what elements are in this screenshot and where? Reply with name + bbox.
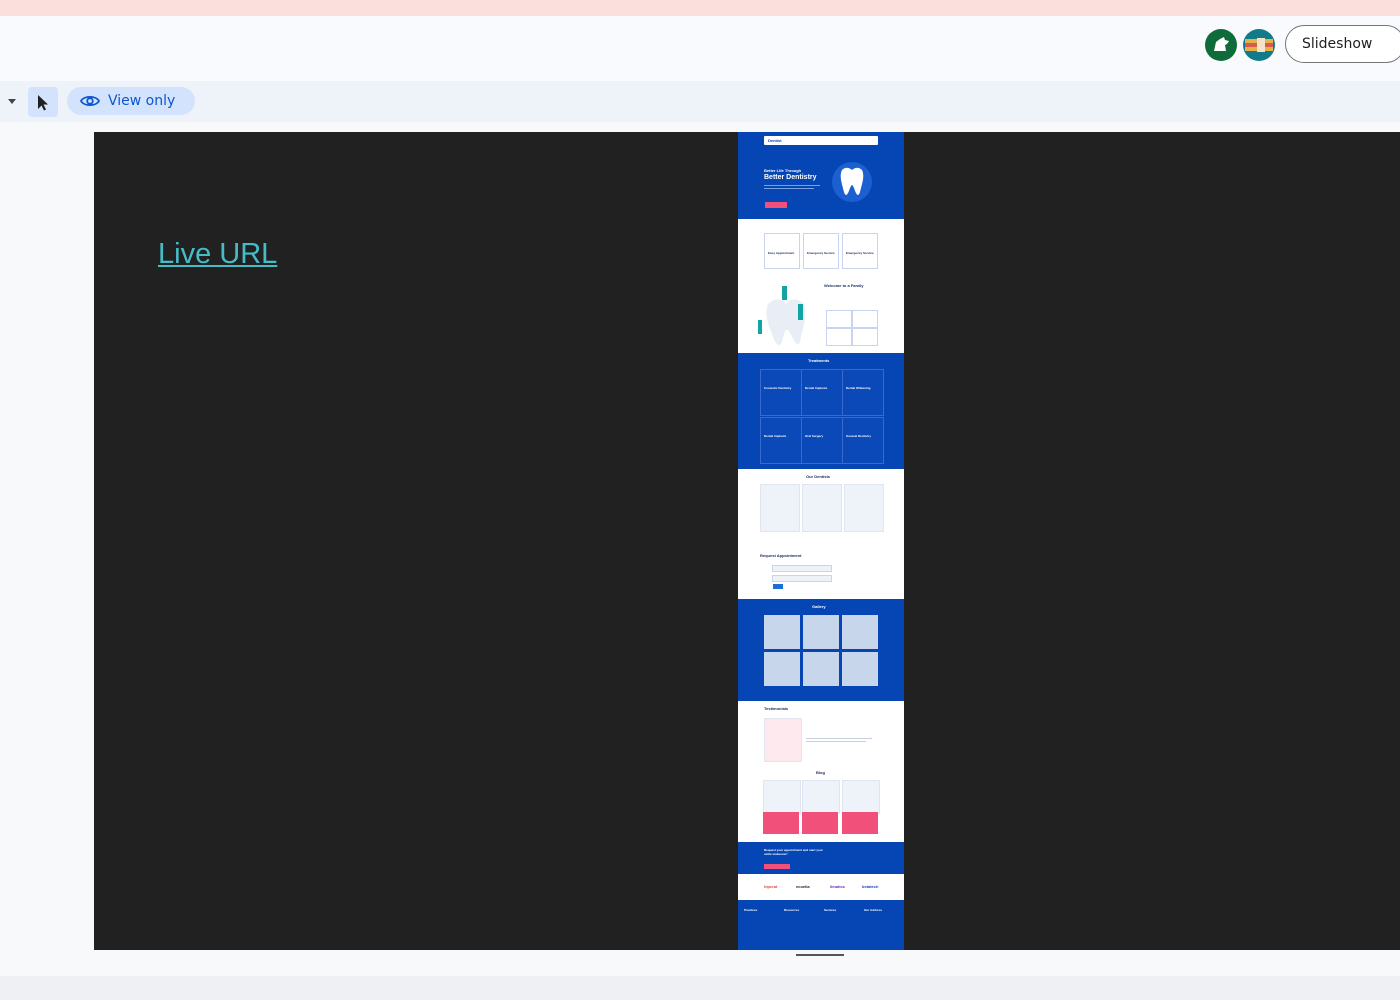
preview-dentists-title: Our Dentists <box>806 474 831 479</box>
preview-treatment-card: Cosmetic Dentistry <box>760 369 802 416</box>
preview-treatment-card: General Dentistry <box>842 417 884 464</box>
preview-gallery-title: Gallery <box>812 604 826 609</box>
preview-hero-button <box>765 202 787 208</box>
preview-stat-card <box>852 328 878 346</box>
preview-partner-logo: ecoelia <box>796 884 810 889</box>
preview-gallery-photo <box>803 615 839 649</box>
preview-footer: Practices Resources Services Our Address <box>738 900 904 950</box>
preview-treatment-card: Dental Implants <box>801 369 843 416</box>
website-preview-image: Dentist Better Life Through Better Denti… <box>738 132 904 950</box>
preview-blog-photo <box>802 780 840 814</box>
live-url-link[interactable]: Live URL <box>158 238 277 271</box>
preview-service-title: Easy Appointment <box>768 251 795 255</box>
preview-tooth-illustration <box>832 162 872 202</box>
preview-service-card: Emergency Service <box>842 233 878 269</box>
select-tool-button[interactable] <box>28 87 58 117</box>
preview-gallery-photo <box>764 652 800 686</box>
toolbar <box>0 81 1400 122</box>
preview-treatment-card: Dental Implants <box>760 417 802 464</box>
preview-stat-card <box>826 328 852 346</box>
preview-blog-title: Blog <box>816 770 825 775</box>
preview-dentist-card <box>760 484 800 532</box>
collaborator-avatar[interactable] <box>1243 29 1275 61</box>
preview-hero-line2: Better Dentistry <box>764 174 817 181</box>
preview-footer-heading: Our Address <box>864 908 883 912</box>
preview-blog-card <box>802 812 838 834</box>
user-avatar[interactable] <box>1205 29 1237 61</box>
preview-dentist-card <box>844 484 884 532</box>
preview-partner-logo: hipcrat <box>764 884 778 889</box>
preview-nav-brand: Dentist <box>768 138 782 143</box>
preview-gallery-photo <box>842 615 878 649</box>
cursor-arrow-icon <box>38 95 48 111</box>
preview-cta: Request your appointment and start your … <box>738 842 904 874</box>
preview-blog-card <box>842 812 878 834</box>
preview-treatment-name: Dental Implants <box>805 386 828 390</box>
preview-testimonial-text <box>806 738 872 739</box>
preview-form-field <box>772 575 832 582</box>
preview-service-card: Emergency Service <box>803 233 839 269</box>
chevron-down-icon[interactable] <box>8 99 16 104</box>
avatar-picture-icon <box>1245 38 1273 52</box>
avatar-animal-icon <box>1214 37 1229 51</box>
scroll-indicator <box>796 954 844 956</box>
preview-blog-photo <box>763 780 801 814</box>
preview-testimonial-photo <box>764 718 802 762</box>
preview-gallery-photo <box>842 652 878 686</box>
preview-treatments-title: Treatments <box>808 358 830 363</box>
preview-hero-text <box>764 185 820 186</box>
preview-dentist-illustration <box>758 286 806 345</box>
preview-partner-logo: betatech <box>862 884 879 889</box>
preview-service-title: Emergency Service <box>807 251 835 255</box>
top-bar <box>0 16 1400 81</box>
preview-footer-heading: Resources <box>784 908 800 912</box>
preview-treatment-name: Cosmetic Dentistry <box>764 386 792 390</box>
preview-hero-text <box>764 188 814 189</box>
notification-banner <box>0 0 1400 16</box>
preview-treatment-name: General Dentistry <box>846 434 872 438</box>
preview-treatments: Treatments Cosmetic Dentistry Dental Imp… <box>738 353 904 469</box>
preview-form-submit <box>773 584 783 589</box>
slideshow-button[interactable]: Slideshow <box>1285 25 1400 63</box>
preview-treatment-name: Dental Implants <box>764 434 787 438</box>
preview-blog-card <box>763 812 799 834</box>
slide-canvas: Live URL Dentist Better Life Through Bet… <box>94 132 1400 950</box>
preview-service-card: Easy Appointment <box>764 233 800 269</box>
preview-dentist-card <box>802 484 842 532</box>
view-only-label: View only <box>108 93 176 109</box>
preview-testimonial-text <box>806 741 866 742</box>
preview-treatment-name: Oral Surgery <box>805 434 824 438</box>
preview-blog-photo <box>842 780 880 814</box>
preview-welcome-title: Welcome to a Family <box>824 283 864 288</box>
preview-gallery: Gallery <box>738 599 904 701</box>
preview-gallery-photo <box>764 615 800 649</box>
preview-footer-heading: Practices <box>744 908 758 912</box>
preview-stat-card <box>826 310 852 328</box>
preview-cta-text: Request your appointment and start your … <box>764 848 823 856</box>
preview-footer-heading: Services <box>824 908 837 912</box>
bottom-bar <box>0 976 1400 1000</box>
preview-hero: Dentist Better Life Through Better Denti… <box>738 132 904 219</box>
preview-hero-line1: Better Life Through <box>764 168 802 173</box>
preview-cta-button <box>764 864 790 869</box>
preview-stat-card <box>852 310 878 328</box>
preview-service-title: Emergency Service <box>846 251 874 255</box>
preview-partner-logo: ilmatics <box>830 884 845 889</box>
preview-treatment-card: Oral Surgery <box>801 417 843 464</box>
preview-navbar: Dentist <box>764 136 878 145</box>
eye-icon <box>80 95 100 107</box>
preview-testimonials-title: Testimonials <box>764 706 789 711</box>
preview-appointment-title: Request Appointment <box>760 553 802 558</box>
preview-gallery-photo <box>803 652 839 686</box>
preview-treatment-name: Dental Whitening <box>846 386 871 390</box>
view-only-chip[interactable]: View only <box>67 87 195 115</box>
preview-treatment-card: Dental Whitening <box>842 369 884 416</box>
preview-form-field <box>772 565 832 572</box>
slideshow-button-label: Slideshow <box>1302 36 1373 52</box>
